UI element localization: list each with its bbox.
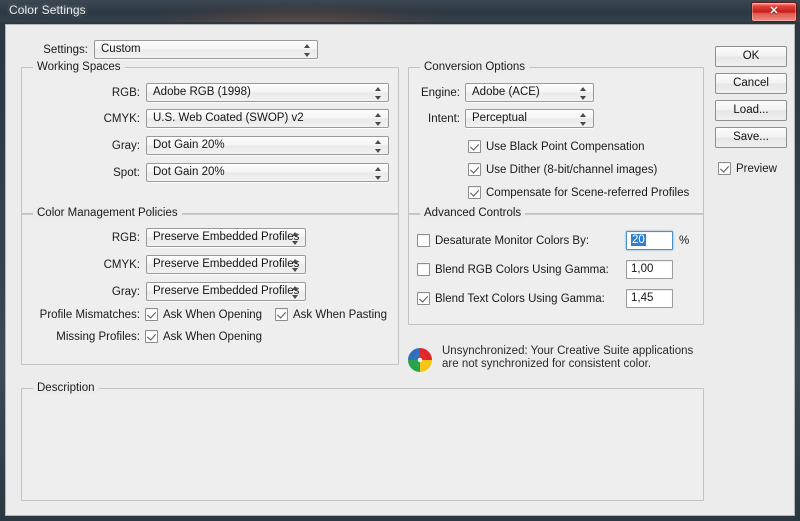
- adobe-sync-icon: [407, 347, 433, 373]
- color-management-policies-title: Color Management Policies: [33, 207, 182, 219]
- chevron-updown-icon: [579, 87, 588, 100]
- ws-cmyk-value: U.S. Web Coated (SWOP) v2: [153, 112, 304, 124]
- load-button[interactable]: Load...: [715, 100, 787, 121]
- preview-label[interactable]: Preview: [736, 163, 777, 175]
- black-point-compensation-checkbox[interactable]: [468, 140, 481, 153]
- ws-rgb-select[interactable]: Adobe RGB (1998): [146, 83, 389, 102]
- chevron-updown-icon: [579, 113, 588, 126]
- intent-select[interactable]: Perceptual: [465, 109, 594, 128]
- description-group: [21, 388, 704, 501]
- blend-text-gamma-label[interactable]: Blend Text Colors Using Gamma:: [435, 293, 605, 305]
- chevron-updown-icon: [291, 232, 300, 245]
- black-point-compensation-label[interactable]: Use Black Point Compensation: [486, 141, 645, 153]
- dialog-client-area: Settings: Custom Working Spaces RGB: Ado…: [5, 24, 795, 516]
- chevron-updown-icon: [291, 259, 300, 272]
- engine-select[interactable]: Adobe (ACE): [465, 83, 594, 102]
- ws-gray-select[interactable]: Dot Gain 20%: [146, 136, 389, 155]
- ws-spot-label: Spot:: [113, 167, 140, 179]
- ws-spot-select[interactable]: Dot Gain 20%: [146, 163, 389, 182]
- profile-mismatch-ask-opening-checkbox[interactable]: [145, 308, 158, 321]
- cmp-cmyk-select[interactable]: Preserve Embedded Profiles: [146, 255, 306, 274]
- desaturate-percent-suffix: %: [679, 235, 690, 247]
- advanced-controls-title: Advanced Controls: [420, 207, 526, 219]
- profile-mismatch-ask-opening-label[interactable]: Ask When Opening: [163, 309, 262, 321]
- blend-rgb-gamma-checkbox[interactable]: [417, 263, 430, 276]
- save-button[interactable]: Save...: [715, 127, 787, 148]
- cmp-gray-value: Preserve Embedded Profiles: [153, 285, 300, 297]
- cmp-cmyk-value: Preserve Embedded Profiles: [153, 258, 300, 270]
- cmp-rgb-select[interactable]: Preserve Embedded Profiles: [146, 228, 306, 247]
- ws-gray-value: Dot Gain 20%: [153, 139, 225, 151]
- blend-rgb-gamma-label[interactable]: Blend RGB Colors Using Gamma:: [435, 264, 609, 276]
- missing-profiles-ask-opening-checkbox[interactable]: [145, 330, 158, 343]
- conversion-options-title: Conversion Options: [420, 61, 529, 73]
- missing-profiles-label: Missing Profiles:: [56, 331, 140, 343]
- profile-mismatch-ask-pasting-label[interactable]: Ask When Pasting: [293, 309, 387, 321]
- chevron-updown-icon: [374, 113, 383, 126]
- intent-label: Intent:: [428, 113, 460, 125]
- ws-cmyk-label: CMYK:: [103, 113, 140, 125]
- color-settings-window: Color Settings ✕ Settings: Custom Workin…: [0, 0, 800, 521]
- cmp-cmyk-label: CMYK:: [103, 259, 140, 271]
- ws-spot-value: Dot Gain 20%: [153, 166, 225, 178]
- profile-mismatch-ask-pasting-checkbox[interactable]: [275, 308, 288, 321]
- preview-checkbox[interactable]: [718, 162, 731, 175]
- desaturate-monitor-colors-input[interactable]: 20: [626, 231, 673, 250]
- settings-label: Settings:: [43, 44, 88, 56]
- ok-button[interactable]: OK: [715, 46, 787, 67]
- working-spaces-title: Working Spaces: [33, 61, 125, 73]
- cmp-gray-select[interactable]: Preserve Embedded Profiles: [146, 282, 306, 301]
- blend-text-gamma-input[interactable]: 1,45: [626, 289, 673, 308]
- sync-status-line1: Unsynchronized: Your Creative Suite appl…: [442, 345, 694, 357]
- settings-select-value: Custom: [101, 43, 141, 55]
- chevron-updown-icon: [374, 167, 383, 180]
- close-button[interactable]: ✕: [751, 2, 797, 22]
- chevron-updown-icon: [374, 140, 383, 153]
- missing-profiles-ask-opening-label[interactable]: Ask When Opening: [163, 331, 262, 343]
- engine-value: Adobe (ACE): [472, 86, 540, 98]
- use-dither-label[interactable]: Use Dither (8-bit/channel images): [486, 164, 657, 176]
- compensate-scene-referred-label[interactable]: Compensate for Scene-referred Profiles: [486, 187, 689, 199]
- chevron-updown-icon: [291, 286, 300, 299]
- engine-label: Engine:: [420, 87, 460, 99]
- ws-gray-label: Gray:: [111, 140, 140, 152]
- cmp-gray-label: Gray:: [111, 286, 140, 298]
- window-title: Color Settings: [9, 3, 86, 17]
- ws-rgb-label: RGB:: [111, 87, 140, 99]
- settings-select[interactable]: Custom: [94, 40, 318, 59]
- desaturate-monitor-colors-label[interactable]: Desaturate Monitor Colors By:: [435, 235, 589, 247]
- blend-text-gamma-checkbox[interactable]: [417, 292, 430, 305]
- ws-rgb-value: Adobe RGB (1998): [153, 86, 251, 98]
- use-dither-checkbox[interactable]: [468, 163, 481, 176]
- desaturate-monitor-colors-value: 20: [631, 234, 646, 246]
- cmp-rgb-value: Preserve Embedded Profiles: [153, 231, 300, 243]
- intent-value: Perceptual: [472, 112, 527, 124]
- chevron-updown-icon: [303, 44, 312, 57]
- desaturate-monitor-colors-checkbox[interactable]: [417, 234, 430, 247]
- blend-rgb-gamma-input[interactable]: 1,00: [626, 260, 673, 279]
- cmp-rgb-label: RGB:: [111, 232, 140, 244]
- compensate-scene-referred-checkbox[interactable]: [468, 186, 481, 199]
- ws-cmyk-select[interactable]: U.S. Web Coated (SWOP) v2: [146, 109, 389, 128]
- profile-mismatches-label: Profile Mismatches:: [39, 309, 140, 321]
- blend-text-gamma-value: 1,45: [631, 292, 654, 304]
- close-icon: ✕: [769, 5, 779, 17]
- chevron-updown-icon: [374, 87, 383, 100]
- sync-status-line2: are not synchronized for consistent colo…: [442, 358, 652, 370]
- cancel-button[interactable]: Cancel: [715, 73, 787, 94]
- titlebar-glow: [120, 0, 480, 22]
- blend-rgb-gamma-value: 1,00: [631, 263, 654, 275]
- description-title: Description: [33, 382, 99, 394]
- window-titlebar[interactable]: Color Settings ✕: [0, 0, 800, 22]
